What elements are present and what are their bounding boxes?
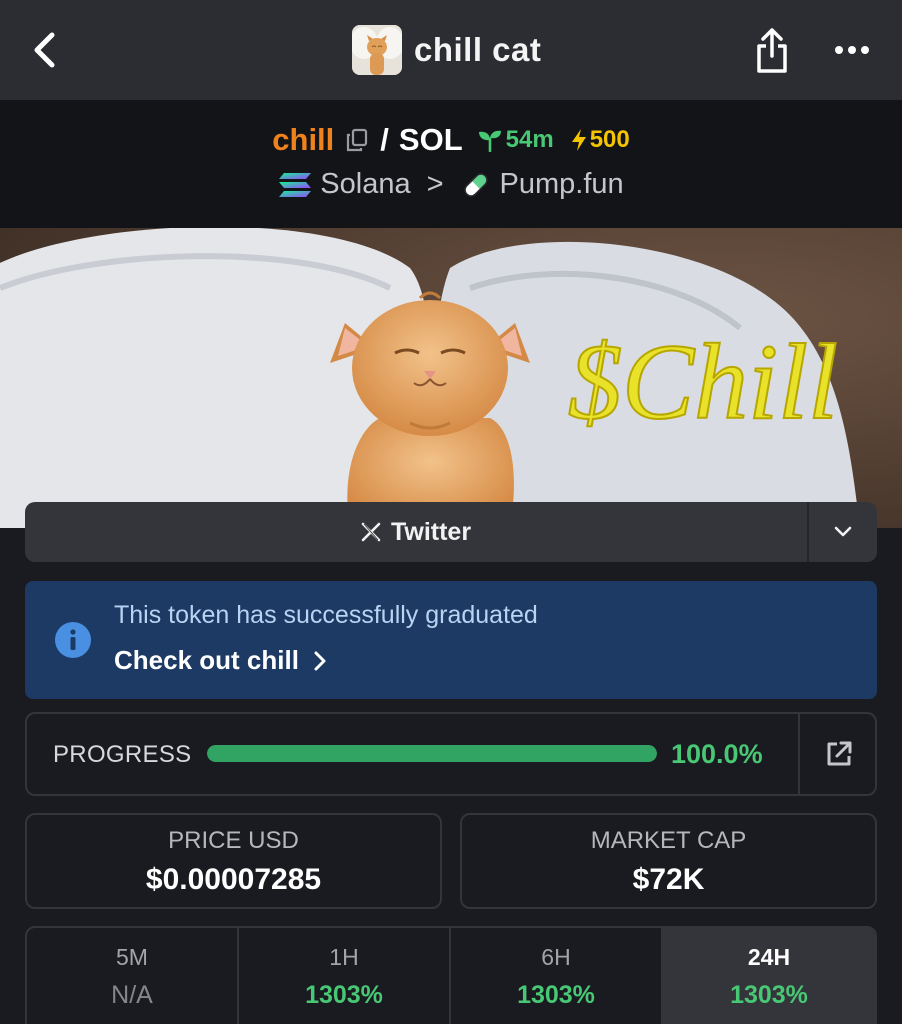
token-banner-image: $Chill xyxy=(0,228,902,528)
dex-name: Pump.fun xyxy=(499,168,624,200)
market-cap-card: MARKET CAP $72K xyxy=(460,813,877,909)
social-dropdown-button[interactable] xyxy=(807,502,877,562)
tab-value: N/A xyxy=(111,981,153,1009)
external-link-icon xyxy=(827,741,851,766)
chain-row: Solana > Pump.fun xyxy=(0,168,902,201)
chain-separator: > xyxy=(426,168,444,200)
progress-fill xyxy=(207,745,657,762)
graduated-alert[interactable]: This token has successfully graduated Ch… xyxy=(25,581,877,699)
progress-label: PROGRESS xyxy=(53,741,192,768)
timeframe-tabs: 5M N/A 1H 1303% 6H 1303% 24H 1303% xyxy=(25,926,877,1024)
chain-link-solana[interactable]: Solana xyxy=(278,168,411,201)
tab-6h[interactable]: 6H 1303% xyxy=(451,928,663,1024)
social-links-row: Twitter xyxy=(25,502,877,562)
back-button[interactable] xyxy=(24,28,64,72)
chevron-down-icon xyxy=(834,526,852,537)
price-usd-value: $0.00007285 xyxy=(145,863,322,896)
pair-age-value: 54m xyxy=(505,126,554,153)
tab-24h[interactable]: 24H 1303% xyxy=(663,928,875,1024)
pair-base-symbol: chill xyxy=(272,122,335,157)
boost-badge[interactable]: 500 xyxy=(570,126,630,154)
chevron-right-icon xyxy=(314,651,326,670)
tab-5m[interactable]: 5M N/A xyxy=(27,928,239,1024)
page-title: chill cat xyxy=(414,31,542,68)
progress-external-link-button[interactable] xyxy=(798,714,877,794)
chevron-left-icon xyxy=(34,32,55,68)
tab-value: 1303% xyxy=(730,981,808,1009)
tab-label: 6H xyxy=(541,944,571,970)
share-button[interactable] xyxy=(750,24,794,76)
tab-label: 5M xyxy=(116,944,148,970)
chain-name: Solana xyxy=(320,168,411,200)
check-out-link[interactable]: Check out chill xyxy=(114,645,327,676)
pill-icon xyxy=(463,172,488,197)
pair-info: chill / SOL 54m 500 Solana > Pump.fun xyxy=(0,100,902,228)
x-logo-icon xyxy=(361,522,381,542)
banner-text: $Chill xyxy=(568,323,838,442)
top-bar: chill cat xyxy=(0,0,902,100)
copy-icon xyxy=(347,128,368,152)
dex-link-pumpfun[interactable]: Pump.fun xyxy=(460,168,624,201)
pair-row: chill / SOL 54m 500 xyxy=(0,122,902,158)
share-icon xyxy=(757,28,787,73)
info-icon xyxy=(55,622,91,658)
more-button[interactable] xyxy=(830,30,874,70)
twitter-button[interactable]: Twitter xyxy=(25,502,807,562)
more-horizontal-icon xyxy=(835,46,869,54)
pair-age: 54m xyxy=(477,126,554,154)
price-usd-card: PRICE USD $0.00007285 xyxy=(25,813,442,909)
alert-message: This token has successfully graduated xyxy=(114,601,538,629)
tab-1h[interactable]: 1H 1303% xyxy=(239,928,451,1024)
tab-value: 1303% xyxy=(305,981,383,1009)
title-wrap: chill cat xyxy=(352,24,541,76)
market-cap-value: $72K xyxy=(632,863,705,896)
boost-value: 500 xyxy=(589,126,630,153)
token-avatar xyxy=(352,25,402,75)
lightning-icon xyxy=(571,129,586,151)
tab-label: 24H xyxy=(747,944,791,970)
pair-quote-symbol: SOL xyxy=(398,122,463,157)
tab-label: 1H xyxy=(329,944,359,970)
tab-value: 1303% xyxy=(517,981,595,1009)
progress-value: 100.0% xyxy=(671,739,763,769)
market-cap-label: MARKET CAP xyxy=(590,827,747,854)
seedling-icon xyxy=(478,130,501,152)
price-usd-label: PRICE USD xyxy=(168,827,299,854)
bonding-progress: PROGRESS 100.0% xyxy=(25,712,877,796)
progress-track xyxy=(207,745,657,762)
twitter-label: Twitter xyxy=(390,517,472,546)
copy-address-button[interactable] xyxy=(344,127,370,153)
solana-icon xyxy=(279,172,312,197)
check-out-label: Check out chill xyxy=(114,645,299,675)
pair-separator: / xyxy=(380,122,389,157)
